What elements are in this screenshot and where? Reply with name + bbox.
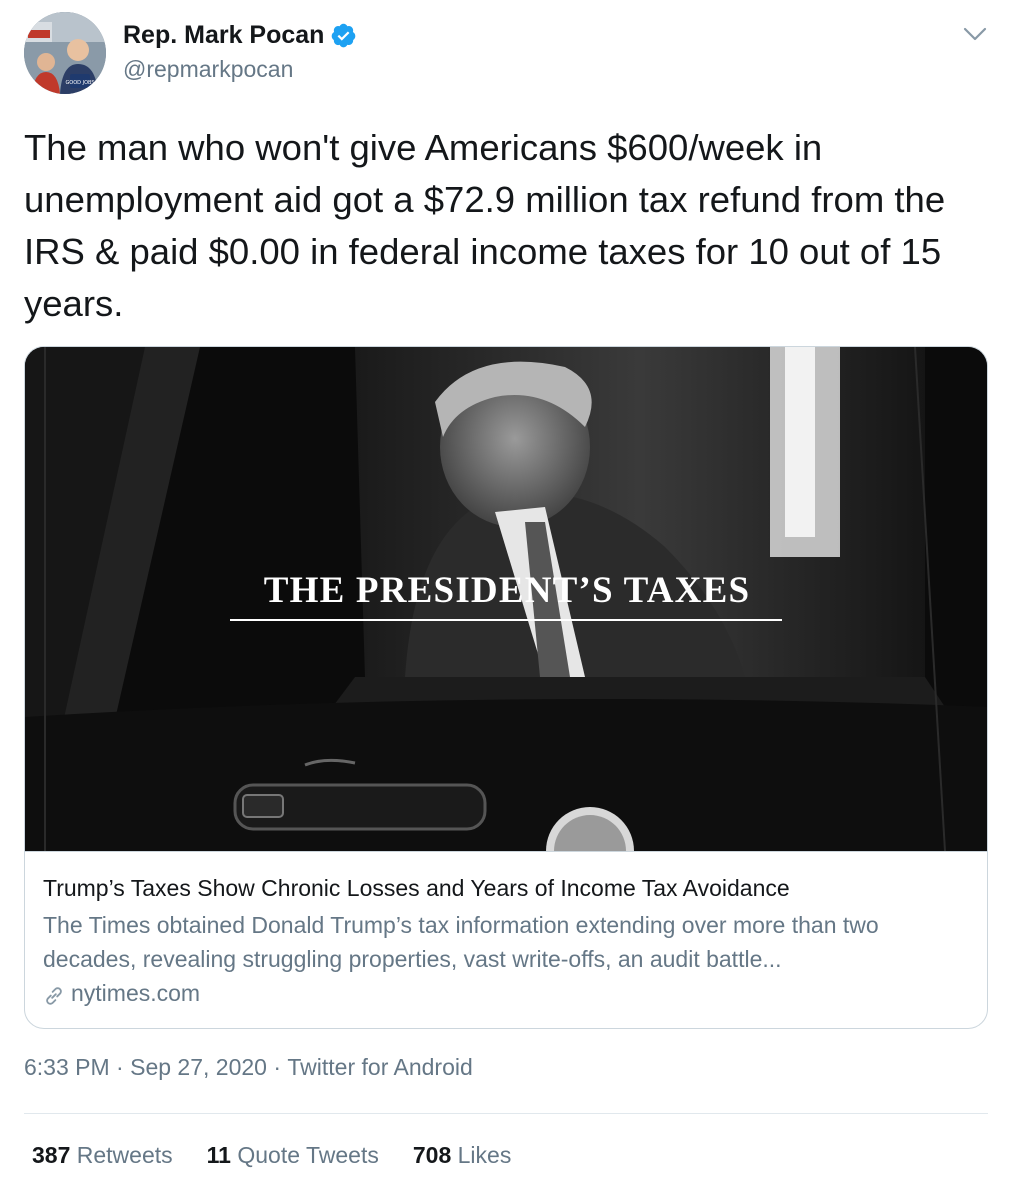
meta-separator: ·	[266, 1054, 288, 1080]
tweet-stats: 387 Retweets 11 Quote Tweets 708 Likes	[32, 1142, 511, 1169]
tweet-time[interactable]: 6:33 PM	[24, 1054, 110, 1081]
tweet-meta: 6:33 PM · Sep 27, 2020 · Twitter for And…	[24, 1054, 473, 1081]
link-preview-card[interactable]: THE PRESIDENT’S TAXES Trump’s Taxes Show…	[24, 346, 988, 1029]
verified-badge-icon	[330, 22, 357, 49]
card-image-headline: THE PRESIDENT’S TAXES	[263, 570, 751, 611]
chevron-down-icon[interactable]	[962, 24, 988, 44]
author-info[interactable]: Rep. Mark Pocan @repmarkpocan	[123, 20, 357, 83]
tweet-source[interactable]: Twitter for Android	[287, 1054, 472, 1081]
tweet-header: GOOD JOBS Rep. Mark Pocan @repmarkpocan	[24, 12, 992, 96]
meta-separator: ·	[109, 1054, 131, 1080]
tweet-text: The man who won't give Americans $600/we…	[24, 127, 946, 324]
retweets-count: 387	[32, 1142, 71, 1168]
avatar[interactable]: GOOD JOBS	[24, 12, 106, 94]
tweet-date[interactable]: Sep 27, 2020	[130, 1054, 267, 1081]
likes-label: Likes	[457, 1142, 512, 1168]
user-handle[interactable]: @repmarkpocan	[123, 56, 357, 83]
retweets-label: Retweets	[76, 1142, 173, 1168]
avatar-photo: GOOD JOBS	[24, 12, 106, 94]
card-description: The Times obtained Donald Trump’s tax in…	[43, 912, 879, 972]
divider	[24, 1113, 988, 1114]
card-body[interactable]: Trump’s Taxes Show Chronic Losses and Ye…	[25, 851, 987, 1010]
likes-stat[interactable]: 708 Likes	[413, 1142, 511, 1169]
retweets-stat[interactable]: 387 Retweets	[32, 1142, 173, 1169]
link-icon	[43, 982, 65, 1005]
card-domain-row[interactable]: nytimes.com	[43, 976, 971, 1010]
quote-tweets-label: Quote Tweets	[237, 1142, 379, 1168]
avatar-sign-text: GOOD JOBS	[65, 80, 94, 86]
quote-tweets-stat[interactable]: 11 Quote Tweets	[207, 1142, 379, 1169]
card-title[interactable]: Trump’s Taxes Show Chronic Losses and Ye…	[43, 872, 971, 904]
quote-tweets-count: 11	[206, 1142, 231, 1168]
card-domain[interactable]: nytimes.com	[71, 976, 200, 1010]
display-name[interactable]: Rep. Mark Pocan	[123, 21, 324, 50]
headline-underline	[230, 619, 782, 621]
card-image[interactable]: THE PRESIDENT’S TAXES	[25, 347, 987, 851]
likes-count: 708	[412, 1142, 452, 1168]
